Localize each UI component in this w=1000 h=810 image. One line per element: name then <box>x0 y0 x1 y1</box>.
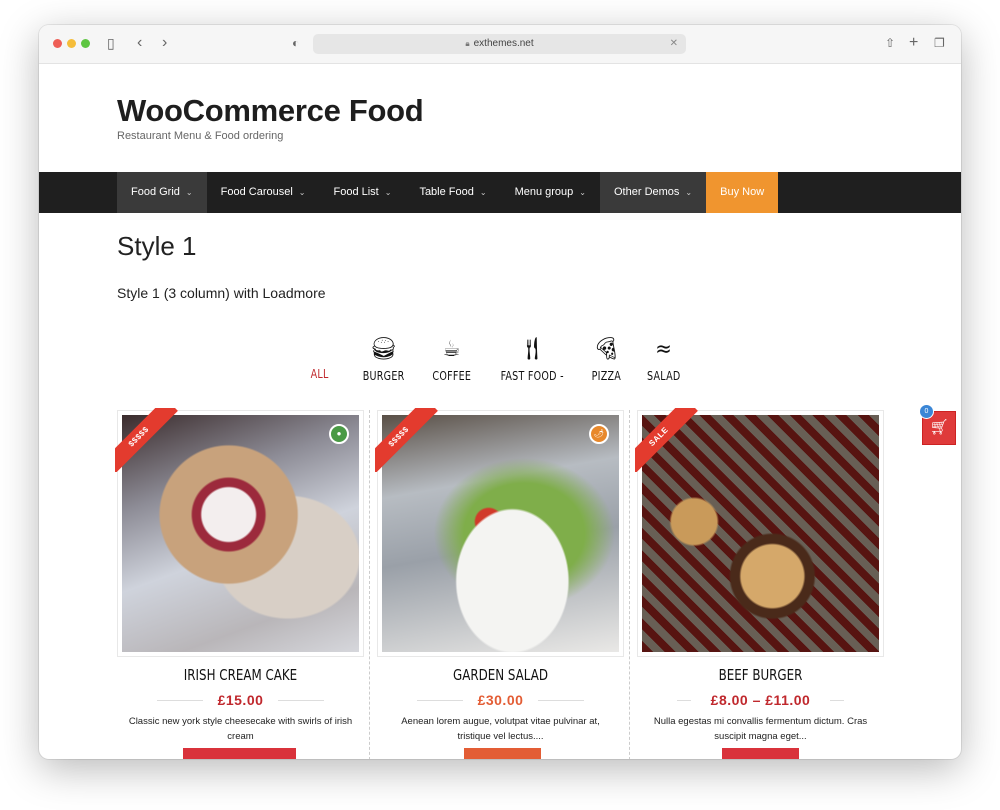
burger-icon: 🍔︎ <box>369 337 398 362</box>
filter-salad[interactable]: ≈ SALAD <box>644 336 683 383</box>
add-to-cart-button[interactable] <box>464 748 541 759</box>
product-card: SALE BEEF BURGER £8.00 – £11.00 Nulla eg… <box>635 408 884 759</box>
product-price: £15.00 <box>217 692 264 708</box>
product-image-frame[interactable]: $$$$$ 🌶︎ <box>375 408 624 657</box>
category-filter: ALL 🍔︎ BURGER ☕︎ COFFEE 🍴︎ FAST FOOD - 🍕… <box>309 336 689 392</box>
nav-item-buy-now[interactable]: Buy Now <box>706 172 779 213</box>
filter-fast-food[interactable]: 🍴︎ FAST FOOD - <box>495 336 569 383</box>
forward-icon[interactable]: › <box>162 33 167 53</box>
web-page: WooCommerce Food Restaurant Menu & Food … <box>39 64 961 759</box>
product-name[interactable]: GARDEN SALAD <box>392 666 609 684</box>
chevron-down-icon: ⌄ <box>298 188 306 197</box>
clear-url-icon[interactable]: ✕ <box>670 34 678 54</box>
browser-window: ▯ ‹ › ◐ 🔒︎ exthemes.net ✕ ⇧ + ❐ WooCommer… <box>39 25 961 759</box>
vegetarian-badge-icon: ● <box>329 424 349 444</box>
product-image-frame[interactable]: $$$$$ ● <box>115 408 364 657</box>
nav-item-food-carousel[interactable]: Food Carousel ⌄ <box>207 172 320 213</box>
cart-count-badge: 0 <box>919 404 934 419</box>
filter-all[interactable]: ALL <box>309 366 330 381</box>
price-row: £30.00 <box>377 690 624 710</box>
product-price: £30.00 <box>477 692 524 708</box>
nav-item-menu-group[interactable]: Menu group ⌄ <box>501 172 600 213</box>
new-tab-icon[interactable]: + <box>909 33 918 53</box>
floating-cart-button[interactable]: 🛒︎ 0 <box>919 404 956 445</box>
nav-item-food-grid[interactable]: Food Grid ⌄ <box>117 172 207 213</box>
product-price: £8.00 – £11.00 <box>710 692 811 708</box>
product-card: $$$$$ 🌶︎ GARDEN SALAD £30.00 Aenean lore… <box>375 408 630 759</box>
pizza-icon: 🍕︎ <box>592 337 621 362</box>
sidebar-icon[interactable]: ▯ <box>107 33 115 53</box>
chevron-down-icon: ⌄ <box>685 188 693 197</box>
lock-icon: 🔒︎ <box>465 39 470 48</box>
filter-burger[interactable]: 🍔︎ BURGER <box>359 336 408 383</box>
back-icon[interactable]: ‹ <box>137 33 142 53</box>
filter-pizza[interactable]: 🍕︎ PIZZA <box>589 336 624 383</box>
chevron-down-icon: ⌄ <box>479 188 487 197</box>
site-title[interactable]: WooCommerce Food <box>117 93 424 129</box>
card-divider <box>629 410 630 759</box>
nav-item-other-demos[interactable]: Other Demos ⌄ <box>600 172 707 213</box>
maximize-window-button[interactable] <box>81 39 90 48</box>
filter-coffee[interactable]: ☕︎ COFFEE <box>429 336 475 383</box>
product-name[interactable]: BEEF BURGER <box>652 666 869 684</box>
coffee-icon: ☕︎ <box>442 337 461 362</box>
price-level-ribbon: $$$$$ <box>115 408 179 472</box>
sale-ribbon: SALE <box>635 408 699 472</box>
share-icon[interactable]: ⇧ <box>885 33 895 53</box>
cutlery-icon: 🍴︎ <box>518 337 547 362</box>
tabs-icon[interactable]: ❐ <box>934 33 945 53</box>
nav-item-food-list[interactable]: Food List ⌄ <box>319 172 405 213</box>
product-description: Aenean lorem augue, volutpat vitae pulvi… <box>401 716 600 742</box>
price-level-ribbon: $$$$$ <box>375 408 439 472</box>
product-image-frame[interactable]: SALE <box>635 408 884 657</box>
add-to-cart-button[interactable] <box>183 748 296 759</box>
url-text: exthemes.net <box>473 38 534 49</box>
browser-toolbar: ▯ ‹ › ◐ 🔒︎ exthemes.net ✕ ⇧ + ❐ <box>39 25 961 64</box>
minimize-window-button[interactable] <box>67 39 76 48</box>
shield-icon[interactable]: ◐ <box>292 33 299 53</box>
page-subtitle: Style 1 (3 column) with Loadmore <box>117 285 326 301</box>
chevron-down-icon: ⌄ <box>579 188 586 197</box>
spicy-badge-icon: 🌶︎ <box>589 424 609 444</box>
price-row: £15.00 <box>117 690 364 710</box>
product-description: Nulla egestas mi convallis fermentum dic… <box>653 716 868 742</box>
chevron-down-icon: ⌄ <box>185 188 193 197</box>
site-tagline: Restaurant Menu & Food ordering <box>117 130 284 142</box>
price-row: £8.00 – £11.00 <box>637 690 884 710</box>
card-divider <box>369 410 370 759</box>
address-bar[interactable]: 🔒︎ exthemes.net ✕ <box>313 34 686 54</box>
product-name[interactable]: IRISH CREAM CAKE <box>132 666 349 684</box>
select-options-button[interactable] <box>722 748 799 759</box>
product-description: Classic new york style cheesecake with s… <box>128 716 353 742</box>
main-nav: Food Grid ⌄ Food Carousel ⌄ Food List ⌄ Tab… <box>39 172 961 213</box>
chevron-down-icon: ⌄ <box>384 188 392 197</box>
bacon-icon: ≈ <box>655 337 673 362</box>
nav-item-table-food[interactable]: Table Food ⌄ <box>405 172 500 213</box>
close-window-button[interactable] <box>53 39 62 48</box>
product-grid: $$$$$ ● IRISH CREAM CAKE £15.00 Classic … <box>115 408 884 759</box>
page-title: Style 1 <box>117 231 197 261</box>
product-card: $$$$$ ● IRISH CREAM CAKE £15.00 Classic … <box>115 408 370 759</box>
